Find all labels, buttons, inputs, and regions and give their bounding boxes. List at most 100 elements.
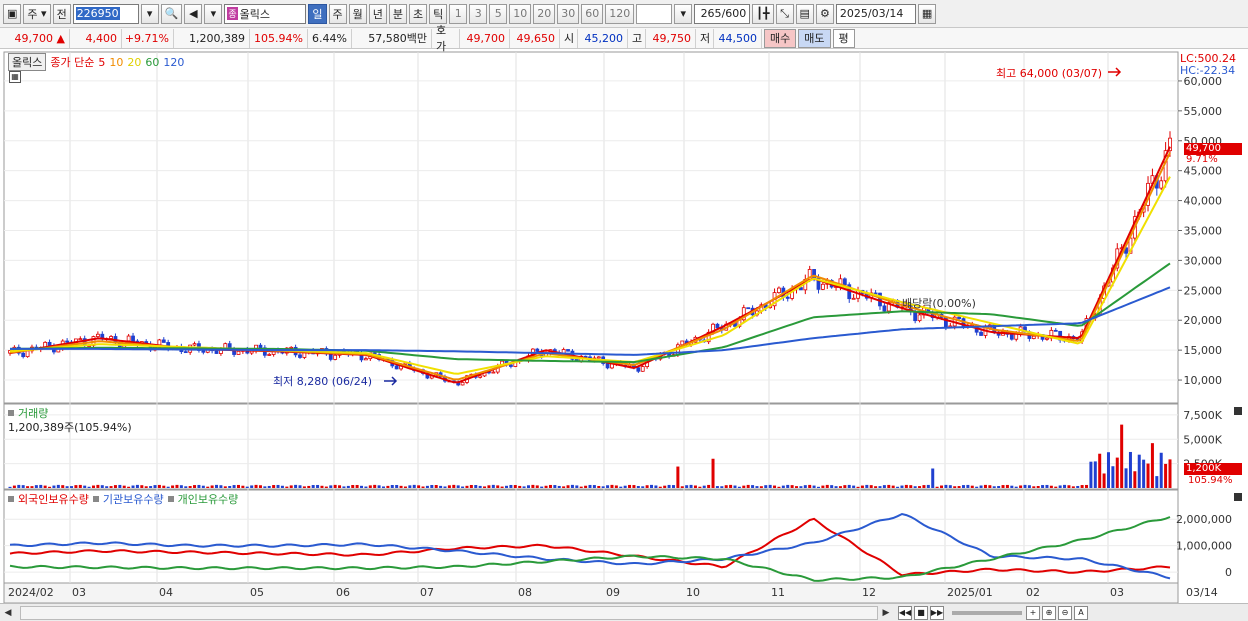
interval-dropdown-icon[interactable]: ▾: [674, 3, 693, 24]
interval-30[interactable]: 30: [557, 3, 580, 24]
panel-handle-icon: [8, 410, 14, 416]
font-icon[interactable]: A: [1074, 605, 1088, 620]
stock-label[interactable]: 올릭스: [8, 53, 47, 71]
save-icon[interactable]: ▤: [795, 3, 814, 24]
rewind-icon[interactable]: ◀◀: [898, 605, 912, 620]
count-max: /600: [721, 7, 747, 20]
stock-code-input[interactable]: 226950: [72, 3, 139, 24]
open-label: 시: [564, 32, 575, 45]
zoom-in-icon[interactable]: ⊕: [1042, 605, 1056, 620]
volume-bar: [469, 484, 473, 488]
scroll-left-icon[interactable]: ◀: [0, 605, 16, 621]
volume-bar: [298, 485, 302, 488]
x-tick-label: 03: [1110, 586, 1124, 599]
volume-value-label: 1,200,389주(105.94%): [8, 421, 132, 434]
date-input[interactable]: 2025/03/14: [835, 3, 916, 24]
interval-5[interactable]: 5: [489, 3, 508, 24]
window-menu-icon[interactable]: ▣: [3, 3, 22, 24]
volume-bar: [1120, 424, 1124, 488]
period-minute[interactable]: 분: [388, 3, 408, 24]
period-week[interactable]: 주: [328, 3, 347, 24]
volume-bar: [91, 485, 95, 488]
volume-bar: [1146, 463, 1150, 488]
holdings-close-icon[interactable]: [1234, 493, 1242, 501]
sell-button[interactable]: 매도: [798, 28, 831, 48]
chart-scrollbar[interactable]: ◀ ▶ ◀◀ ■ ▶▶ + ⊕ ⊖ A: [0, 603, 1248, 621]
market-type-label: 주: [27, 7, 38, 21]
change-pct-cell: +9.71%: [122, 28, 174, 48]
candle-body: [236, 350, 241, 355]
interval-custom-input[interactable]: [636, 3, 673, 24]
interval-1[interactable]: 1: [449, 3, 468, 24]
candle-body: [957, 316, 961, 319]
scroll-track[interactable]: [20, 605, 878, 620]
table-toggle-icon[interactable]: ▦: [9, 71, 21, 83]
volume-bar: [1093, 461, 1097, 488]
volume-bar: [109, 486, 113, 488]
candle-body: [25, 350, 30, 358]
indicator-label[interactable]: 종가 단순: [50, 54, 94, 70]
period-year[interactable]: 년: [368, 3, 387, 24]
prev-button[interactable]: 전: [52, 3, 71, 24]
calendar-icon[interactable]: ▦: [917, 3, 937, 24]
stop-icon[interactable]: ■: [914, 605, 928, 620]
volume-bar: [737, 486, 741, 488]
candle-body: [842, 278, 847, 286]
period-tick[interactable]: 틱: [429, 3, 448, 24]
chart-area[interactable]: 60,000 55,000 50,000 45,000 40,000 35,000 30,0…: [0, 50, 1248, 605]
volume-bar: [685, 485, 689, 488]
volume-bar: [918, 486, 922, 488]
count-value: 265: [700, 7, 722, 20]
buy-button[interactable]: 매수: [764, 28, 797, 48]
speaker-dropdown-icon[interactable]: ▾: [204, 3, 223, 24]
candle-body: [715, 323, 720, 329]
interval-3[interactable]: 3: [469, 3, 488, 24]
volume-bar: [395, 484, 399, 488]
line-tool-icon[interactable]: ⤡: [775, 3, 794, 24]
count-input[interactable]: 265/600: [694, 3, 751, 24]
candle-body: [183, 351, 188, 354]
period-day[interactable]: 일: [308, 3, 327, 24]
volume-bar: [417, 485, 421, 488]
gear-icon[interactable]: ⚙: [815, 3, 834, 24]
candle-type-icon[interactable]: ┃╋: [752, 3, 774, 24]
zoom-out-icon[interactable]: ⊖: [1058, 605, 1072, 620]
volume-close-icon[interactable]: [1234, 407, 1242, 415]
volume-bar: [882, 485, 886, 488]
panel-handle-icon: [8, 496, 14, 502]
volume-bar: [232, 485, 236, 488]
holdings-panel-title[interactable]: 외국인보유수량 기관보유수량 개인보유수량: [8, 491, 238, 507]
code-dropdown-icon[interactable]: ▾: [140, 3, 159, 24]
stock-name-field[interactable]: 종 올릭스: [224, 3, 307, 24]
eval-button[interactable]: 평: [832, 28, 855, 48]
forward-icon[interactable]: ▶▶: [930, 605, 944, 620]
volume-bar: [1076, 485, 1080, 488]
candle-body: [509, 364, 513, 367]
market-type-select[interactable]: 주 ▾: [23, 3, 51, 24]
ask-cell: 49,700: [460, 28, 510, 48]
volume-bar: [439, 485, 443, 488]
period-month[interactable]: 월: [348, 3, 367, 24]
interval-20[interactable]: 20: [533, 3, 556, 24]
volume-bar: [1164, 463, 1168, 488]
period-second[interactable]: 초: [409, 3, 428, 24]
speaker-icon[interactable]: ◀: [184, 3, 203, 24]
bid-price: 49,650: [516, 31, 556, 45]
current-price: 49,700: [14, 31, 54, 45]
crosshair-icon[interactable]: +: [1026, 605, 1040, 620]
search-icon[interactable]: 🔍: [160, 3, 183, 24]
scroll-right-icon[interactable]: ▶: [878, 605, 894, 621]
volume-bar: [997, 486, 1001, 488]
volume-bar: [149, 486, 153, 488]
zoom-slider[interactable]: [952, 610, 1022, 615]
chart-canvas[interactable]: 60,00055,00050,00045,00040,00035,00030,0…: [0, 50, 1248, 605]
interval-120[interactable]: 120: [605, 3, 635, 24]
volume-bar: [1041, 485, 1045, 488]
interval-60[interactable]: 60: [581, 3, 604, 24]
volume-value: 1,200,389: [189, 31, 245, 45]
candle-body: [1045, 337, 1049, 340]
interval-10[interactable]: 10: [509, 3, 532, 24]
volume-bar: [768, 484, 772, 488]
volume-bar: [548, 484, 552, 488]
volume-ratio: 105.94%: [254, 31, 303, 45]
